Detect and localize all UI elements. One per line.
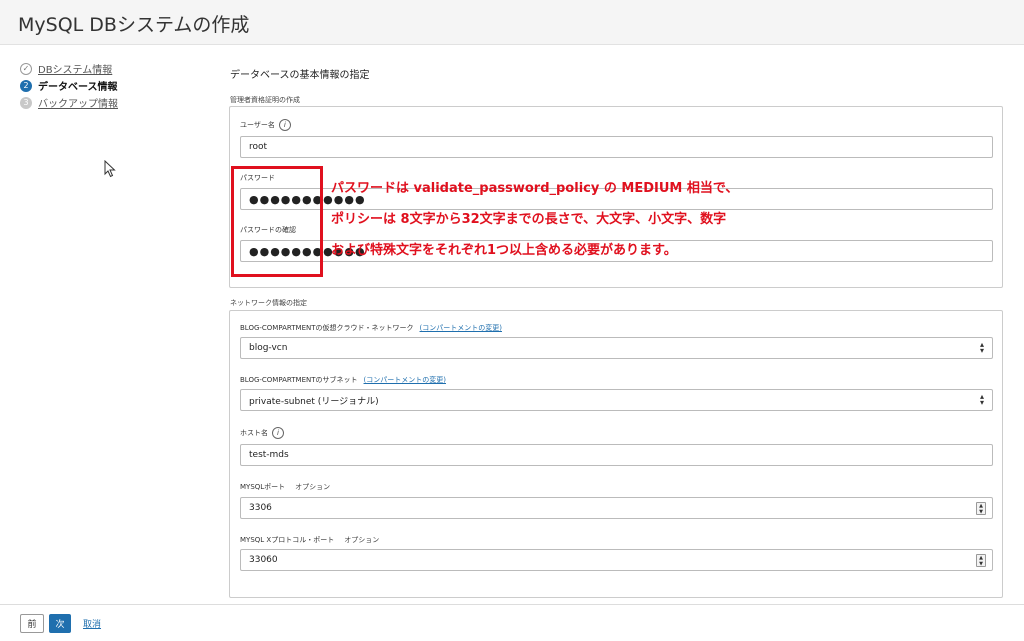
mysql-port-input[interactable]: 3306 ▲ ▼	[240, 497, 993, 519]
network-info-label: ネットワーク情報の指定	[230, 299, 307, 307]
username-input[interactable]: root	[240, 136, 993, 158]
subnet-select[interactable]: private-subnet (リージョナル) ▴ ▾	[240, 389, 993, 411]
annotation-text: パスワードは validate_password_policy の MEDIUM…	[331, 181, 739, 258]
next-button[interactable]: 次	[49, 614, 71, 633]
select-arrows-icon: ▴ ▾	[979, 392, 984, 407]
page-header: MySQL DBシステムの作成	[0, 0, 1024, 45]
admin-credentials-label: 管理者資格証明の作成	[230, 96, 300, 104]
vcn-select[interactable]: blog-vcn ▴ ▾	[240, 337, 993, 359]
mysqlx-port-label: MYSQL Xプロトコル・ポート オプション	[240, 536, 380, 544]
step-number: 2	[20, 79, 32, 92]
check-icon: ✓	[20, 62, 32, 75]
cancel-link[interactable]: 取消	[83, 614, 101, 633]
mysql-port-label: MYSQLポート オプション	[240, 483, 331, 491]
step-database-info: 2 データベース情報	[20, 77, 118, 94]
footer-bar: 前 次 取消	[0, 604, 1024, 641]
spinner-icon[interactable]: ▲ ▼	[976, 554, 986, 567]
step-db-system-info[interactable]: ✓ DBシステム情報	[20, 60, 118, 77]
hostname-label: ホスト名 i	[240, 427, 284, 439]
vcn-label: BLOG-COMPARTMENTの仮想クラウド・ネットワーク (コンパートメント…	[240, 323, 502, 333]
change-compartment-link[interactable]: (コンパートメントの変更)	[420, 323, 502, 333]
section-title: データベースの基本情報の指定	[230, 70, 370, 81]
step-label[interactable]: DBシステム情報	[38, 61, 112, 76]
spinner-icon[interactable]: ▲ ▼	[976, 502, 986, 515]
wizard-steps: ✓ DBシステム情報 2 データベース情報 3 バックアップ情報	[20, 60, 118, 111]
change-compartment-link[interactable]: (コンパートメントの変更)	[364, 375, 446, 385]
select-arrows-icon: ▴ ▾	[979, 340, 984, 355]
mysqlx-port-input[interactable]: 33060 ▲ ▼	[240, 549, 993, 571]
step-number: 3	[20, 96, 32, 109]
info-icon[interactable]: i	[278, 119, 291, 131]
page-title: MySQL DBシステムの作成	[18, 14, 250, 36]
subnet-label: BLOG-COMPARTMENTのサブネット (コンパートメントの変更)	[240, 375, 446, 385]
hostname-input[interactable]: test-mds	[240, 444, 993, 466]
username-label: ユーザー名 i	[240, 119, 291, 131]
step-backup-info[interactable]: 3 バックアップ情報	[20, 94, 118, 111]
highlight-box	[231, 166, 323, 277]
step-label[interactable]: バックアップ情報	[38, 95, 118, 110]
info-icon[interactable]: i	[272, 427, 284, 439]
previous-button[interactable]: 前	[20, 614, 44, 633]
step-label: データベース情報	[38, 82, 118, 93]
